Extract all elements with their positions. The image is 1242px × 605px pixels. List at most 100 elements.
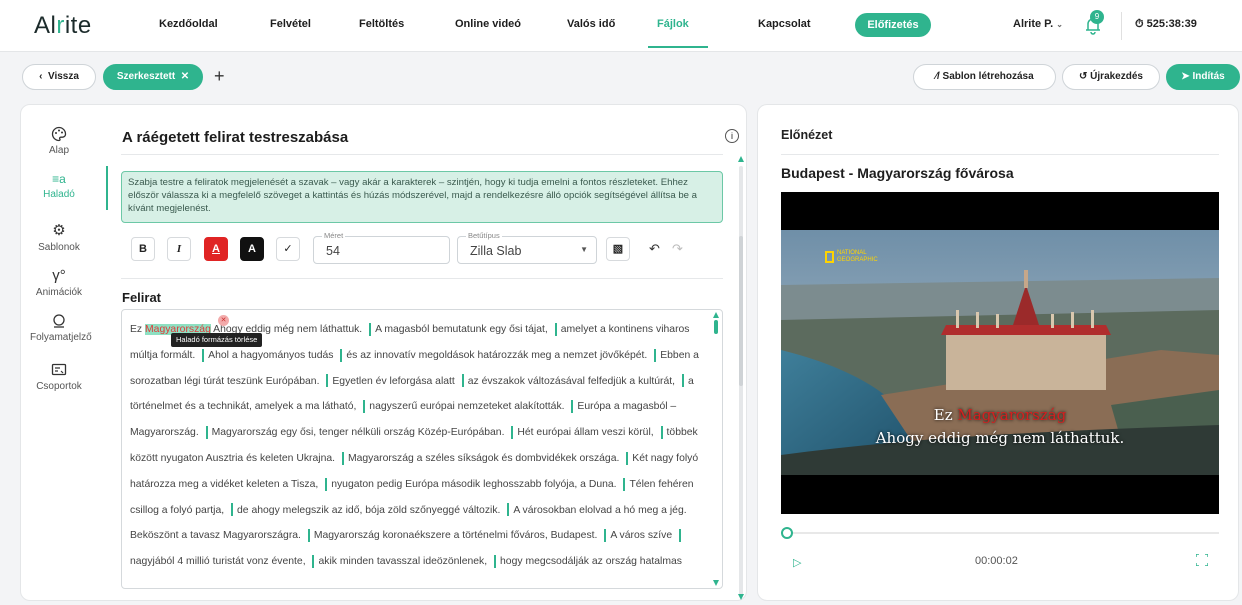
subtitle-segment[interactable]: akik minden tavasszal ideözönlenek, <box>318 556 487 567</box>
font-size-field[interactable]: Méret 54 <box>313 231 450 264</box>
segment-separator <box>312 554 315 568</box>
header-divider <box>1121 12 1122 40</box>
segment-separator <box>341 451 344 465</box>
subtitle-segment[interactable]: nyugaton pedig Európa második leghosszab… <box>331 479 616 490</box>
play-icon[interactable]: ▷ <box>793 556 801 569</box>
subtitle-segment[interactable]: Magyarország egy ősi, tenger nélküli ors… <box>212 427 505 438</box>
sidebar-item-basic[interactable]: Alap <box>30 126 88 156</box>
segment-separator <box>340 348 343 362</box>
video-timecode: 00:00:02 <box>975 555 1018 567</box>
add-tab-icon[interactable]: + <box>214 66 225 87</box>
back-button[interactable]: ‹ Vissza <box>22 64 96 90</box>
font-family-label: Betűtípus <box>466 231 502 240</box>
advanced-icon: ≡a <box>52 172 66 186</box>
sidebar-item-templates[interactable]: ⚙ Sablonok <box>30 221 88 253</box>
info-message: Szabja testre a feliratok megjelenését a… <box>121 171 723 223</box>
subtitle-segment[interactable]: A város szíve <box>610 530 672 541</box>
format-painter-icon[interactable]: ✓ <box>276 237 300 261</box>
video-progress-bar[interactable] <box>781 532 1219 534</box>
segment-separator <box>679 529 681 543</box>
info-icon[interactable]: i <box>725 129 739 143</box>
start-button[interactable]: ➤ Indítás <box>1166 64 1240 90</box>
toolbar-divider <box>121 278 723 279</box>
nav-home[interactable]: Kezdőoldal <box>159 18 218 30</box>
title-divider <box>121 154 723 155</box>
natgeo-frame-icon <box>825 251 834 263</box>
chevron-down-icon: ⌄ <box>1056 20 1063 29</box>
user-menu[interactable]: Alrite P. ⌄ <box>1013 18 1063 30</box>
subtitle-segment[interactable]: az évszakok változásával felfedjük a kul… <box>468 376 675 387</box>
subtitle-line-2: Ahogy eddig még nem láthattuk. <box>875 429 1125 447</box>
segment-separator <box>554 322 557 336</box>
font-size-value: 54 <box>326 244 340 258</box>
preview-title: Előnézet <box>781 128 833 142</box>
close-icon[interactable]: ✕ <box>181 71 189 82</box>
dropdown-caret-icon: ▼ <box>580 245 588 254</box>
nav-online-video[interactable]: Online videó <box>455 18 521 30</box>
template-icon: ⁄/ <box>935 71 940 82</box>
textbox-scrollbar[interactable] <box>713 312 719 586</box>
gear-icon: ⚙ <box>52 222 66 239</box>
segment-separator <box>494 554 497 568</box>
nav-files[interactable]: Fájlok <box>657 18 689 30</box>
restart-button[interactable]: ↺ Újrakezdés <box>1062 64 1160 90</box>
sidebar-item-groups[interactable]: Csoportok <box>30 362 88 392</box>
app-logo[interactable]: Alrite <box>34 12 92 40</box>
segment-separator <box>681 374 684 388</box>
subtitle-segment[interactable]: A magasból bemutatunk egy ősi tájat, <box>375 324 548 335</box>
subtitle-segment[interactable]: Magyarország a széles síkságok és dombvi… <box>348 453 619 464</box>
sidebar-item-progress-bar[interactable]: Folyamatjelző <box>30 313 92 343</box>
nav-upload[interactable]: Feltöltés <box>359 18 404 30</box>
segment-separator <box>660 425 663 439</box>
editor-scrollbar[interactable] <box>737 156 745 600</box>
subtitle-segment[interactable]: hogy megcsodálják az ország hatalmas <box>500 556 682 567</box>
restart-icon: ↺ <box>1079 71 1088 82</box>
font-family-select[interactable]: Betűtípus Zilla Slab ▼ <box>457 231 597 264</box>
clear-formatting-icon[interactable]: ✕ <box>218 315 229 326</box>
video-player[interactable]: NATIONAL GEOGRAPHIC Ez Magyarország Ahogy… <box>781 192 1219 514</box>
segment-separator <box>507 503 510 517</box>
font-family-value: Zilla Slab <box>470 244 522 258</box>
editor-title: A ráégetett felirat testreszabása <box>122 129 349 146</box>
subtitle-segment[interactable]: és az innovatív megoldások határozzák me… <box>346 350 647 361</box>
subtitle-segment[interactable]: Magyarország koronaékszere a történelmi … <box>314 530 598 541</box>
sidebar-item-animations[interactable]: γ° Animációk <box>30 267 88 298</box>
segment-separator <box>511 425 514 439</box>
background-color-button[interactable]: A <box>240 237 264 261</box>
segment-separator <box>654 348 657 362</box>
stopwatch-icon: ⏱ <box>1135 18 1144 30</box>
segment-separator <box>369 322 372 336</box>
subtitle-text-editor[interactable]: Ez Magyarország Ahogy eddig még nem láth… <box>121 309 723 589</box>
user-name: Alrite P. <box>1013 18 1054 30</box>
create-template-button[interactable]: ⁄/ Sablon létrehozása <box>913 64 1056 90</box>
video-progress-knob[interactable] <box>781 527 793 539</box>
clear-format-icon[interactable]: ▧ <box>606 237 630 261</box>
segment-separator <box>604 529 607 543</box>
italic-button[interactable]: I <box>167 237 191 261</box>
segment-separator <box>202 348 205 362</box>
nav-realtime[interactable]: Valós idő <box>567 18 615 30</box>
fullscreen-icon[interactable] <box>1196 554 1208 566</box>
animation-icon: γ° <box>52 267 66 284</box>
tooltip: Haladó formázás törlése <box>171 333 263 347</box>
undo-icon[interactable]: ↶ <box>649 241 660 257</box>
subtitle-segments[interactable]: Ez Magyarország Ahogy eddig még nem láth… <box>130 317 710 575</box>
sidebar-item-advanced[interactable]: ≡a Haladó <box>30 172 88 200</box>
segment-separator <box>626 451 629 465</box>
subtitle-line-1: Ez Magyarország <box>933 406 1067 424</box>
subtitle-segment[interactable]: Hét európai állam veszi körül, <box>517 427 653 438</box>
segment-separator <box>231 503 234 517</box>
subtitle-segment[interactable]: nagyszerű európai nemzeteket alakították… <box>369 401 564 412</box>
nav-record[interactable]: Felvétel <box>270 18 311 30</box>
redo-icon[interactable]: ↷ <box>672 241 683 257</box>
bold-button[interactable]: B <box>131 237 155 261</box>
nav-contact[interactable]: Kapcsolat <box>758 18 811 30</box>
notification-badge: 9 <box>1090 10 1104 24</box>
tab-edited[interactable]: Szerkesztett ✕ <box>103 64 203 90</box>
subtitle-segment[interactable]: Egyetlen év leforgása alatt <box>332 376 454 387</box>
subtitle-segment[interactable]: Ahol a hagyományos tudás <box>208 350 333 361</box>
subscribe-button[interactable]: Előfizetés <box>855 13 931 37</box>
text-color-button[interactable]: A <box>204 237 228 261</box>
subtitle-segment[interactable]: nagyjából 4 millió turistát vonz évente, <box>130 556 306 567</box>
subtitle-segment[interactable]: de ahogy melegszik az idő, bója zöld sző… <box>237 505 500 516</box>
